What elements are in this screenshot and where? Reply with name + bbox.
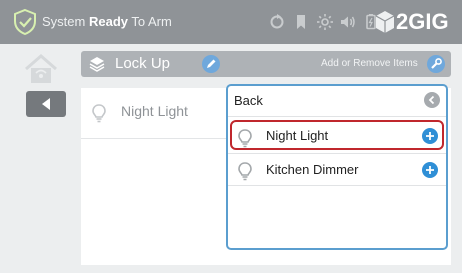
popup-item-night-light[interactable]: Night Light: [230, 120, 444, 150]
back-button[interactable]: [26, 91, 66, 117]
chevron-left-icon[interactable]: [424, 92, 440, 108]
shield-check-icon[interactable]: [12, 8, 38, 36]
light-bulb-icon: [238, 129, 252, 148]
add-plus-icon[interactable]: [422, 128, 438, 144]
popup-item-kitchen-dimmer[interactable]: Kitchen Dimmer: [230, 154, 444, 184]
light-bulb-icon: [238, 162, 252, 181]
edit-pencil-icon[interactable]: [202, 55, 220, 73]
top-status-bar: System Ready To Arm 2GIG: [0, 0, 462, 44]
popup-back-row[interactable]: Back: [228, 86, 446, 117]
wrench-icon[interactable]: [427, 55, 445, 73]
add-remove-items-link[interactable]: Add or Remove Items: [321, 58, 418, 69]
status-ready: Ready: [88, 14, 128, 29]
scene-header-bar: Lock Up Add or Remove Items: [81, 51, 451, 77]
popup-item-label: Kitchen Dimmer: [266, 162, 359, 177]
volume-icon[interactable]: [339, 13, 357, 31]
list-item[interactable]: Night Light: [81, 88, 231, 139]
scene-title: Lock Up: [115, 55, 171, 72]
arrow-left-icon: [42, 98, 50, 110]
status-prefix: System: [42, 14, 89, 29]
list-item-label: Night Light: [121, 103, 188, 119]
light-bulb-icon: [92, 104, 106, 123]
status-suffix: To Arm: [128, 14, 172, 29]
layers-icon: [89, 57, 105, 72]
refresh-icon[interactable]: [268, 13, 286, 31]
bookmark-icon[interactable]: [292, 13, 310, 31]
popup-item-label: Night Light: [266, 128, 329, 143]
popup-back-label: Back: [234, 93, 263, 108]
system-status-text: System Ready To Arm: [42, 14, 172, 29]
brightness-icon[interactable]: [316, 13, 334, 31]
brand-logo-text: 2GIG: [396, 9, 449, 34]
add-plus-icon[interactable]: [422, 162, 438, 178]
divider: [228, 185, 446, 186]
home-icon[interactable]: [22, 52, 60, 86]
device-picker-popup: Back Night Light Kitchen Dimmer: [226, 84, 448, 250]
